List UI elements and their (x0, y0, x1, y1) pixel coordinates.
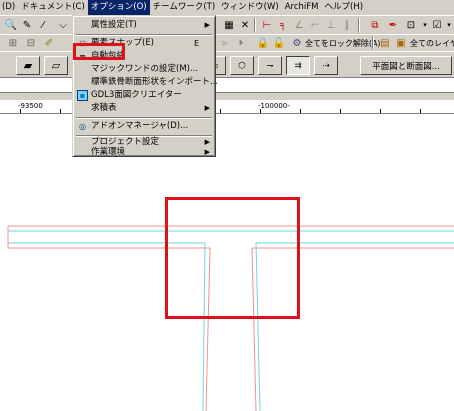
menu-window[interactable]: ウィンドウ(W) (218, 0, 282, 15)
toolbar-separator (358, 18, 360, 32)
menu-item-label: 標準鉄骨断面形状をインポート... (91, 77, 219, 87)
toolbar-edit: ⊞ ⊟ ✐ ▹ ⏵ 🔒 🔓 ⚙ 全てをロック解除(A) ▤ ▣ 全てのレイヤー (0, 34, 454, 51)
angle-icon[interactable]: ∠ (292, 18, 306, 32)
options-dropdown-menu: 属性設定(T) ▶ ⊡ 要素スナップ(E) E ═ 自動包絡 マジックワンドの設… (72, 15, 218, 159)
roof-icon: ⬡ (238, 60, 246, 71)
copy-icon[interactable]: ⊟ (24, 36, 38, 50)
cube-icon: ▰ (23, 59, 33, 72)
line-dot-icon: ⇢ (322, 60, 330, 71)
step-icon[interactable]: ▹ (218, 36, 232, 50)
toolbar-tools: ▰ ▱ ▭ ⬡ ⇁ ⇉ ⇢ 平面図と断面図... (0, 51, 454, 78)
ruler-tick (380, 109, 381, 113)
submenu-arrow-icon: ▶ (204, 21, 210, 29)
menu-item-label: マジックワンドの設定(M)... (91, 64, 199, 74)
line-dot-button[interactable]: ⇢ (314, 56, 338, 75)
magnify-icon[interactable]: 🔍 (4, 18, 18, 32)
view-icon[interactable]: ⊡ (404, 18, 418, 32)
menu-item-label: GDL3面図クリエイター (91, 90, 182, 100)
ruler: -93500 -100000- (0, 100, 454, 114)
wall-tool-button[interactable]: ▱ (44, 56, 68, 75)
folder-icon[interactable]: ▣ (394, 36, 408, 50)
line-arrow-button[interactable]: ⇁ (258, 56, 282, 75)
cut-icon[interactable]: ⊞ (6, 36, 20, 50)
corner-icon[interactable]: ⌐ (308, 18, 322, 32)
pen-icon[interactable]: ✒ (386, 18, 400, 32)
toolbar-separator (372, 36, 374, 49)
unlock-all-label[interactable]: 全てをロック解除(A) (305, 38, 381, 49)
perpendicular-icon[interactable]: ⊥ (324, 18, 338, 32)
dropdown-arrow-icon[interactable]: ▾ (442, 18, 454, 32)
snap-icon[interactable]: ⊢ (260, 18, 274, 32)
brush-icon[interactable]: ✐ (42, 36, 56, 50)
junction-highlight-box (165, 197, 300, 319)
ruler-tick (220, 109, 221, 113)
menu-item-addon-manager[interactable]: ◎ アドオンマネージャ(D)... (75, 120, 213, 133)
drawing-canvas[interactable] (0, 114, 454, 411)
menu-item-highlight-box (73, 43, 125, 60)
menu-help[interactable]: ヘルプ(H) (322, 0, 367, 15)
layers-icon[interactable]: ▤ (378, 36, 392, 50)
unlock-icon[interactable]: 🔓 (272, 36, 286, 50)
ruler-tick (20, 109, 21, 113)
unlock-all-icon[interactable]: ⚙ (290, 36, 304, 50)
ruler-tick (260, 109, 261, 113)
menu-options[interactable]: オプション(O) (87, 0, 150, 15)
delete-icon[interactable]: ✕ (238, 18, 252, 32)
menu-item-import-steel-profile[interactable]: 標準鉄骨断面形状をインポート... (75, 76, 218, 89)
menu-archifm[interactable]: ArchiFM (282, 0, 322, 15)
menu-item-label: アドオンマネージャ(D)... (91, 121, 189, 131)
horizontal-scroll-strip[interactable] (0, 92, 454, 100)
pencil-icon[interactable]: ✎ (20, 18, 34, 32)
submenu-arrow-icon: ▶ (204, 104, 210, 112)
plan-section-button[interactable]: 平面図と断面図... (360, 56, 452, 75)
line-dash-button[interactable]: ⇉ (286, 56, 310, 75)
line-arrow-icon: ⇁ (266, 60, 274, 71)
ruler-tick (340, 109, 341, 113)
menu-item-attribute-settings[interactable]: 属性設定(T) ▶ (75, 19, 213, 32)
gdl-cube-icon: ▪ (77, 90, 88, 101)
ruler-tick (300, 109, 301, 113)
eyedropper-icon[interactable]: ⁄ (36, 18, 50, 32)
layer-icon[interactable]: ⧉ (368, 18, 382, 32)
menu-item-work-environment[interactable]: 作業環境 ▶ (75, 146, 213, 159)
ruler-label-right: -100000- (258, 102, 290, 110)
ruler-tick (420, 109, 421, 113)
menu-item-shortcut: E (193, 39, 199, 48)
roof-tool-button[interactable]: ⬡ (230, 56, 254, 75)
submenu-arrow-icon: ▶ (204, 148, 210, 156)
menu-separator (76, 34, 212, 36)
parallel-icon[interactable]: ∥ (340, 18, 354, 32)
select-icon[interactable]: ⌵ (56, 18, 70, 32)
ruler-tick (60, 109, 61, 113)
menu-item-label: 求積表 (91, 103, 117, 113)
ruler-label-left: -93500 (18, 102, 43, 110)
line-dash-icon: ⇉ (294, 60, 302, 71)
menu-bar: (D) ドキュメント(C) オプション(O) チームワーク(T) ウィンドウ(W… (0, 0, 454, 15)
grid-icon[interactable]: ▦ (222, 18, 236, 32)
object-tool-button[interactable]: ▰ (16, 56, 40, 75)
menu-item-magic-wand-settings[interactable]: マジックワンドの設定(M)... (75, 63, 213, 76)
wall-icon: ▱ (51, 59, 61, 72)
menu-item-label: 作業環境 (91, 147, 126, 157)
lock-icon[interactable]: 🔒 (256, 36, 270, 50)
toolbar-separator (254, 18, 256, 32)
menu-item-label: 属性設定(T) (91, 20, 137, 30)
menu-teamwork[interactable]: チームワーク(T) (150, 0, 219, 15)
addon-icon: ◎ (79, 122, 86, 131)
menu-item-gdl-creator[interactable]: ▪ GDL3面図クリエイター (75, 89, 213, 102)
all-layers-label[interactable]: 全てのレイヤー (410, 38, 454, 49)
pin-icon[interactable]: ╕ (276, 18, 290, 32)
step-end-icon[interactable]: ⏵ (234, 36, 248, 50)
menu-design[interactable]: (D) (0, 0, 18, 15)
menu-document[interactable]: ドキュメント(C) (18, 0, 88, 15)
menu-separator (76, 117, 212, 119)
toolbar-standard: 🔍 ✎ ⁄ ⌵ ▦ ✕ ⊢ ╕ ∠ ⌐ ⊥ ∥ ⧉ ✒ ⊡ ▾ ☑ ▾ (0, 15, 454, 34)
menu-item-calculation[interactable]: 求積表 ▶ (75, 102, 213, 115)
